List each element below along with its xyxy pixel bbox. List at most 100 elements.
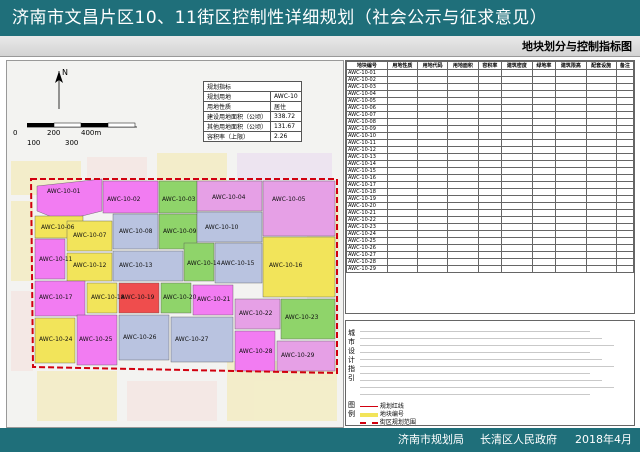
table-cell: AWC-10-11 [346,139,388,147]
table-cell [501,209,533,217]
table-cell [416,153,449,161]
table-row: AWC-10-07 [346,111,634,119]
table-cell [531,97,557,105]
table-cell [501,97,533,105]
parcel-label: AWC-10-29 [281,352,315,359]
guidance-line [360,387,614,388]
table-cell [416,83,449,91]
table-row: AWC-10-16 [346,174,634,182]
map-subtitle: 地块划分与控制指标图 [522,40,632,53]
table-cell [555,223,587,231]
parcel-label: AWC-10-09 [163,228,197,235]
parcel-label: AWC-10-26 [123,334,157,341]
table-cell [615,230,634,238]
table-cell: AWC-10-28 [346,258,388,266]
table-cell [386,223,418,231]
table-cell [555,83,587,91]
table-cell [416,209,449,217]
table-cell: AWC-10-18 [346,188,388,196]
table-cell [531,174,557,182]
table-cell [531,258,557,266]
summary-title: 规划指标 [203,81,302,92]
table-cell: AWC-10-19 [346,195,388,203]
table-cell [477,132,503,140]
legend-item-boundary: 街区规划范围 [360,417,416,426]
table-cell [416,132,449,140]
table-cell [555,69,587,77]
table-cell [501,244,533,252]
table-cell [555,202,587,210]
table-cell [386,90,418,98]
table-cell [477,83,503,91]
table-cell [555,265,587,273]
table-cell [501,111,533,119]
table-cell [531,125,557,133]
parcel-label: AWC-10-14 [187,260,221,267]
table-cell [555,230,587,238]
parcel-label: AWC-10-07 [73,232,107,239]
table-row: AWC-10-25 [346,237,634,245]
table-cell [386,104,418,112]
table-cell [555,195,587,203]
table-cell [416,195,449,203]
table-cell [585,251,617,259]
table-cell [447,132,479,140]
table-cell [555,104,587,112]
table-cell [501,76,533,84]
table-cell [555,139,587,147]
right-panel: 地块编号 用地性质 用地代码 用地面积 容积率 建筑密度 绿地率 建筑限高 配套设施 备注 AWC… [345,60,635,426]
table-cell: AWC-10-29 [346,265,388,273]
table-cell: AWC-10-07 [346,111,388,119]
table-cell: AWC-10-09 [346,125,388,133]
table-cell [615,258,634,266]
guidance-line [360,394,590,395]
table-cell [447,146,479,154]
table-cell [555,146,587,154]
parcel-label: AWC-10-05 [272,196,306,203]
table-cell: AWC-10-20 [346,202,388,210]
guidance-line [360,359,602,360]
table-cell [615,69,634,77]
table-cell [615,167,634,175]
table-cell [386,237,418,245]
table-cell: AWC-10-26 [346,244,388,252]
table-cell [531,118,557,126]
parcel-label: AWC-10-20 [163,294,197,301]
summary-value: 居住 [270,101,302,112]
table-cell: AWC-10-12 [346,146,388,154]
table-cell [555,181,587,189]
table-cell [447,153,479,161]
table-row: AWC-10-10 [346,132,634,140]
side-label-legend: 图例 [348,401,355,418]
table-cell [585,139,617,147]
table-cell [615,188,634,196]
table-cell [416,160,449,168]
table-cell [416,118,449,126]
table-cell: AWC-10-04 [346,90,388,98]
table-cell [501,202,533,210]
table-cell [615,174,634,182]
table-cell [531,139,557,147]
table-cell [555,160,587,168]
table-cell [477,181,503,189]
table-cell [585,146,617,154]
table-cell [585,90,617,98]
table-cell [477,209,503,217]
table-cell [585,209,617,217]
table-cell: AWC-10-23 [346,223,388,231]
table-cell [447,97,479,105]
scale-label-300: 300 [65,139,78,147]
summary-key: 规划用地 [202,91,272,102]
table-cell [585,69,617,77]
table-cell [501,230,533,238]
table-row: AWC-10-19 [346,195,634,203]
table-cell [585,202,617,210]
table-cell [477,160,503,168]
table-cell [477,125,503,133]
table-cell [585,265,617,273]
parcel-label: AWC-10-11 [39,256,73,263]
table-cell [501,216,533,224]
side-label-guidance: 城市设计指引 [348,329,355,382]
table-header-row: 地块编号 用地性质 用地代码 用地面积 容积率 建筑密度 绿地率 建筑限高 配套设施 备注 [346,61,634,70]
table-cell [585,237,617,245]
